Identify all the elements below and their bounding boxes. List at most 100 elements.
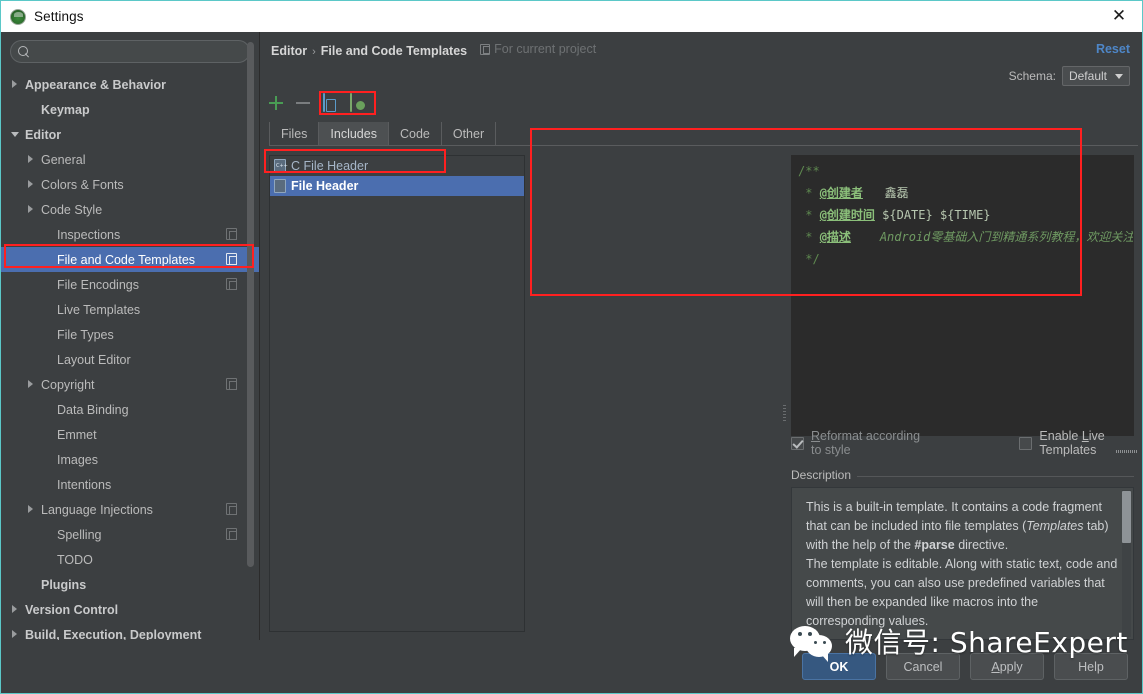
chevron-right-icon[interactable]: [11, 605, 20, 614]
sidebar-item-spelling[interactable]: Spelling: [1, 522, 259, 547]
breadcrumb: Editor › File and Code Templates For cur…: [271, 42, 596, 58]
template-list[interactable]: C++ C File Header File Header: [269, 155, 525, 632]
chevron-right-icon[interactable]: [27, 155, 36, 164]
tab-other[interactable]: Other: [442, 122, 497, 145]
tab-label: Other: [452, 126, 485, 141]
sidebar-item-editor[interactable]: Editor: [1, 122, 259, 147]
chevron-right-icon[interactable]: [27, 380, 36, 389]
sidebar-item-version-control[interactable]: Version Control: [1, 597, 259, 622]
sidebar-item-build-execution-deployment[interactable]: Build, Execution, Deployment: [1, 622, 259, 640]
template-options-row: Reformat according to style Enable Live …: [791, 429, 1134, 457]
sidebar-scrollbar[interactable]: [247, 42, 254, 567]
code-token: @创建时间: [819, 208, 875, 222]
sidebar-item-emmet[interactable]: Emmet: [1, 422, 259, 447]
sidebar-item-code-style[interactable]: Code Style: [1, 197, 259, 222]
sidebar-item-data-binding[interactable]: Data Binding: [1, 397, 259, 422]
pane-splitter-handle[interactable]: [781, 397, 789, 429]
tab-files[interactable]: Files: [269, 122, 320, 145]
template-category-tabs[interactable]: Files Includes Code Other: [269, 122, 1138, 146]
sidebar-item-label: Inspections: [57, 227, 121, 242]
code-token: ${DATE} ${TIME}: [874, 208, 991, 222]
list-item[interactable]: File Header: [270, 176, 524, 196]
code-token: *: [798, 186, 820, 200]
reset-template-button[interactable]: [348, 93, 366, 112]
sidebar-item-intentions[interactable]: Intentions: [1, 472, 259, 497]
list-item[interactable]: C++ C File Header: [270, 156, 524, 176]
sidebar-item-copyright[interactable]: Copyright: [1, 372, 259, 397]
sidebar-item-label: General: [41, 152, 86, 167]
schema-value: Default: [1068, 69, 1107, 83]
description-text: The template is editable. Along with sta…: [806, 557, 1118, 628]
sidebar-item-appearance-behavior[interactable]: Appearance & Behavior: [1, 72, 259, 97]
scope-label: For current project: [494, 42, 597, 56]
code-token: 鑫磊: [862, 186, 909, 200]
tab-label: Files: [281, 126, 308, 141]
sidebar-item-live-templates[interactable]: Live Templates: [1, 297, 259, 322]
sidebar-item-plugins[interactable]: Plugins: [1, 572, 259, 597]
chevron-right-icon[interactable]: [11, 630, 20, 639]
chevron-down-icon[interactable]: [11, 130, 20, 139]
sidebar-search[interactable]: [10, 40, 250, 63]
add-template-button[interactable]: [267, 94, 285, 112]
schema-select[interactable]: Default: [1061, 66, 1130, 86]
sidebar-item-label: Build, Execution, Deployment: [25, 627, 202, 641]
reformat-label: Reformat according to style: [811, 429, 921, 457]
code-token: */: [798, 252, 820, 266]
code-token: @描述: [819, 230, 851, 244]
ok-button[interactable]: OK: [802, 653, 876, 680]
sidebar-item-todo[interactable]: TODO: [1, 547, 259, 572]
chevron-right-icon[interactable]: [27, 180, 36, 189]
description-text: directive.: [954, 538, 1009, 552]
reset-link[interactable]: Reset: [1096, 42, 1130, 56]
code-line: */: [798, 248, 1127, 270]
tab-code[interactable]: Code: [389, 122, 442, 145]
sidebar-item-language-injections[interactable]: Language Injections: [1, 497, 259, 522]
template-editor[interactable]: /** * @创建者 鑫磊 * @创建时间 ${DATE} ${TIME} * …: [791, 155, 1134, 436]
sidebar-item-colors-fonts[interactable]: Colors & Fonts: [1, 172, 259, 197]
description-text: Templates: [1026, 519, 1084, 533]
remove-template-button[interactable]: [294, 94, 312, 112]
scope-indicator: For current project: [480, 42, 596, 56]
sidebar-item-images[interactable]: Images: [1, 447, 259, 472]
code-line: * @描述 Android零基础入门到精通系列教程，欢迎关注微信公众ShareE…: [798, 226, 1133, 248]
description-divider: [857, 476, 1134, 477]
sidebar-item-file-types[interactable]: File Types: [1, 322, 259, 347]
project-scope-badge-icon: [226, 378, 237, 390]
description-scrollbar-thumb[interactable]: [1122, 491, 1131, 543]
code-line: /**: [798, 160, 1127, 182]
help-button[interactable]: Help: [1054, 653, 1128, 680]
chevron-down-icon: [1115, 73, 1123, 79]
reformat-checkbox[interactable]: [791, 436, 804, 450]
tab-includes[interactable]: Includes: [319, 122, 389, 145]
code-token: @创建者: [819, 186, 863, 200]
live-templates-checkbox[interactable]: [1019, 436, 1033, 450]
revert-document-icon: [350, 93, 352, 112]
cancel-button[interactable]: Cancel: [886, 653, 960, 680]
list-item-label: File Header: [291, 179, 359, 193]
sidebar-item-inspections[interactable]: Inspections: [1, 222, 259, 247]
settings-tree[interactable]: Appearance & Behavior Keymap Editor General…: [1, 72, 259, 640]
search-input[interactable]: [35, 41, 249, 62]
project-scope-badge-icon: [226, 253, 237, 265]
sidebar-item-file-and-code-templates[interactable]: File and Code Templates: [1, 247, 259, 272]
sidebar-item-general[interactable]: General: [1, 147, 259, 172]
sidebar-item-label: Data Binding: [57, 402, 129, 417]
sidebar-item-layout-editor[interactable]: Layout Editor: [1, 347, 259, 372]
chevron-right-icon[interactable]: [27, 505, 36, 514]
copy-template-button[interactable]: [321, 93, 339, 112]
settings-detail-pane: Editor › File and Code Templates For cur…: [261, 32, 1142, 640]
reformat-checkbox-row[interactable]: Reformat according to style: [791, 429, 927, 457]
breadcrumb-parent[interactable]: Editor: [271, 44, 307, 58]
chevron-right-icon[interactable]: [11, 80, 20, 89]
close-icon[interactable]: ✕: [1104, 4, 1134, 29]
sidebar-item-file-encodings[interactable]: File Encodings: [1, 272, 259, 297]
search-icon: [18, 45, 30, 58]
chevron-right-icon[interactable]: [27, 205, 36, 214]
code-token: *: [798, 208, 820, 222]
apply-button[interactable]: Apply: [970, 653, 1044, 680]
sidebar-item-keymap[interactable]: Keymap: [1, 97, 259, 122]
